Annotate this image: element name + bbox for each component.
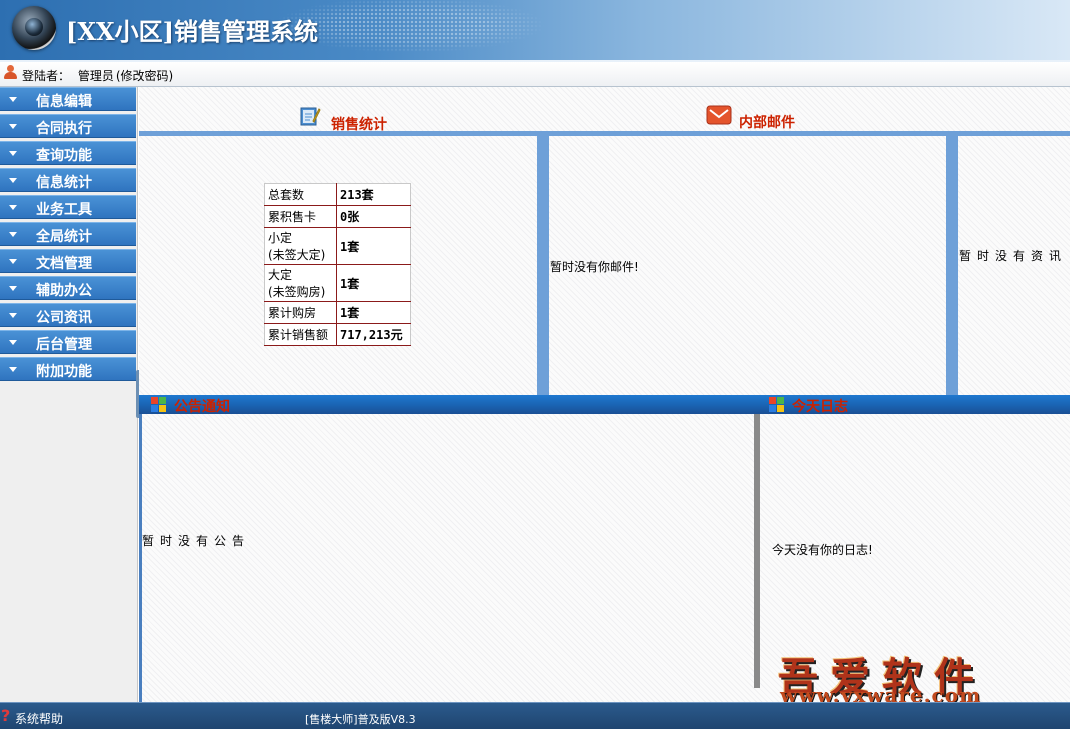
- main-content: 销售统计 内部邮件 总套数 213套 累积售卡 0张 小定 (未签大定) 1套 大…: [139, 87, 1070, 702]
- chevron-down-icon: [9, 178, 17, 183]
- watermark-logo: 吾爱软件 www.yxware.com: [776, 645, 1066, 707]
- sidebar-item-tools[interactable]: 业务工具: [0, 195, 136, 219]
- sidebar-item-global-stats[interactable]: 全局统计: [0, 222, 136, 246]
- sales-stats-table: 总套数 213套 累积售卡 0张 小定 (未签大定) 1套 大定 (未签购房) 1套…: [264, 183, 411, 346]
- login-user: 管理员: [77, 69, 114, 83]
- stat-value: 1套: [336, 227, 411, 265]
- camera-lens-logo: [12, 6, 56, 50]
- mail-title: 内部邮件: [739, 115, 795, 131]
- table-row: 累积售卡 0张: [264, 205, 411, 228]
- chevron-down-icon: [9, 232, 17, 237]
- stat-key-sub: (未签购房): [268, 285, 326, 299]
- status-bar: ? 系统帮助 [售楼大师]普及版V8.3: [0, 702, 1070, 729]
- stat-key: 累积售卡: [264, 205, 337, 228]
- login-label: 登陆者：: [22, 69, 71, 83]
- change-password-link[interactable]: (修改密码): [116, 69, 173, 83]
- app-header: [XX小区]销售管理系统: [0, 0, 1070, 62]
- chevron-down-icon: [9, 259, 17, 264]
- stat-key-sub: (未签大定): [268, 248, 326, 262]
- notice-log-divider: [754, 414, 760, 688]
- chevron-down-icon: [9, 205, 17, 210]
- sidebar-item-label: 公司资讯: [36, 310, 92, 326]
- sidebar-item-admin[interactable]: 后台管理: [0, 330, 136, 354]
- sidebar-item-label: 后台管理: [36, 337, 92, 353]
- table-row: 小定 (未签大定) 1套: [264, 227, 411, 265]
- sidebar-item-label: 辅助办公: [36, 283, 92, 299]
- log-title: 今天日志: [792, 399, 848, 415]
- stat-key: 总套数: [264, 183, 337, 206]
- help-link[interactable]: 系统帮助: [15, 710, 63, 727]
- chevron-down-icon: [9, 313, 17, 318]
- chevron-down-icon: [9, 97, 17, 102]
- sidebar-item-label: 信息编辑: [36, 94, 92, 110]
- mail-news-divider: [946, 136, 958, 395]
- chevron-down-icon: [9, 286, 17, 291]
- stats-notebook-icon: [300, 107, 321, 126]
- windows-logo-icon: [769, 397, 784, 412]
- bottom-sections-bar: 公告通知 今天日志: [139, 395, 1070, 415]
- sidebar-item-label: 文档管理: [36, 256, 92, 272]
- news-empty-message: 暂时没有资讯: [959, 249, 1068, 263]
- sidebar-item-label: 合同执行: [36, 121, 92, 137]
- windows-logo-icon: [151, 397, 166, 412]
- table-row: 大定 (未签购房) 1套: [264, 264, 411, 302]
- sidebar-item-documents[interactable]: 文档管理: [0, 249, 136, 273]
- sidebar-item-query[interactable]: 查询功能: [0, 141, 136, 165]
- stat-key: 大定 (未签购房): [264, 264, 337, 302]
- log-empty-message: 今天没有你的日志!: [772, 543, 873, 557]
- stat-value: 1套: [336, 264, 411, 302]
- notice-empty-message: 暂时没有公告: [142, 534, 251, 548]
- mail-empty-message: 暂时没有你邮件!: [550, 260, 639, 274]
- table-row: 累计销售额 717,213元: [264, 323, 411, 346]
- stat-key: 累计销售额: [264, 323, 337, 346]
- version-label: [售楼大师]普及版V8.3: [305, 713, 416, 726]
- stat-key: 累计购房: [264, 301, 337, 324]
- sidebar-item-label: 信息统计: [36, 175, 92, 191]
- stat-value: 0张: [336, 205, 411, 228]
- sidebar-item-label: 查询功能: [36, 148, 92, 164]
- sidebar-item-office[interactable]: 辅助办公: [0, 276, 136, 300]
- sidebar-item-label: 附加功能: [36, 364, 92, 380]
- app-title: [XX小区]销售管理系统: [66, 17, 318, 46]
- sidebar-item-extras[interactable]: 附加功能: [0, 357, 136, 381]
- sidebar-item-label: 业务工具: [36, 202, 92, 218]
- help-question-icon[interactable]: ?: [1, 706, 10, 725]
- stats-mail-divider: [537, 136, 549, 395]
- table-row: 累计购房 1套: [264, 301, 411, 324]
- sidebar-item-company-news[interactable]: 公司资讯: [0, 303, 136, 327]
- stat-key: 小定 (未签大定): [264, 227, 337, 265]
- sidebar-item-info-edit[interactable]: 信息编辑: [0, 87, 136, 111]
- notice-title: 公告通知: [174, 399, 230, 415]
- user-icon: [3, 65, 17, 79]
- chevron-down-icon: [9, 124, 17, 129]
- sidebar-menu: 信息编辑 合同执行 查询功能 信息统计 业务工具 全局统计 文档管理 辅助办公 …: [0, 87, 138, 702]
- login-bar: 登陆者： 管理员 (修改密码): [0, 62, 1070, 87]
- chevron-down-icon: [9, 367, 17, 372]
- left-edge-divider: [139, 414, 142, 702]
- stat-value: 717,213元: [336, 323, 411, 346]
- chevron-down-icon: [9, 151, 17, 156]
- sidebar-item-contract[interactable]: 合同执行: [0, 114, 136, 138]
- stat-value: 1套: [336, 301, 411, 324]
- sidebar-item-info-stats[interactable]: 信息统计: [0, 168, 136, 192]
- table-row: 总套数 213套: [264, 183, 411, 206]
- chevron-down-icon: [9, 340, 17, 345]
- sidebar-item-label: 全局统计: [36, 229, 92, 245]
- stat-value: 213套: [336, 183, 411, 206]
- top-divider: [139, 131, 1070, 136]
- mail-envelope-icon: [706, 105, 732, 125]
